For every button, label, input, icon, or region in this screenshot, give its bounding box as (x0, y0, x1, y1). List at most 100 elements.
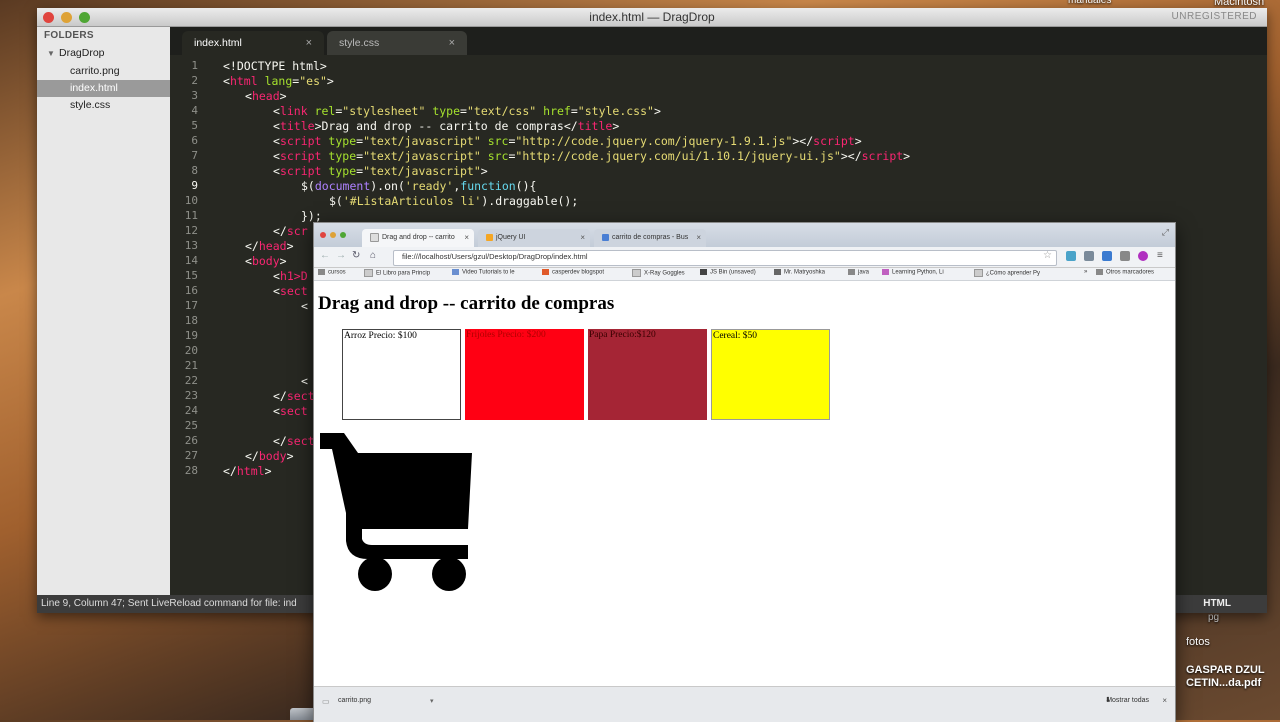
bookmarks-overflow-button[interactable]: » (1084, 269, 1087, 275)
tab-index-html[interactable]: index.html × (182, 31, 324, 55)
file-label: index.html (70, 82, 118, 94)
code-line-13: </head> (245, 239, 294, 253)
bookmark-item[interactable]: java (848, 269, 869, 276)
close-tab-icon[interactable]: × (306, 31, 312, 55)
syntax-selector[interactable]: HTML (1203, 595, 1231, 613)
extension-icon-2[interactable] (1084, 251, 1094, 261)
bookmark-item[interactable]: Mr. Matryoshka (774, 269, 825, 276)
product-item-frijoles[interactable]: Frijoles Precio: $200 (465, 329, 584, 420)
browser-tab-label: Drag and drop -- carrito (382, 234, 455, 241)
line-number: 8 (191, 164, 198, 177)
extension-icon-3[interactable] (1102, 251, 1112, 261)
page-icon (364, 269, 373, 277)
browser-minimize-button[interactable] (330, 232, 336, 238)
browser-tab-search[interactable]: carrito de compras - Bus × (594, 229, 706, 247)
line-number: 7 (191, 149, 198, 162)
code-line-1: <!DOCTYPE html> (223, 59, 327, 73)
close-tab-icon[interactable]: × (696, 229, 701, 247)
line-number: 20 (184, 344, 198, 357)
close-tab-icon[interactable]: × (464, 229, 469, 247)
code-line-11: }); (301, 209, 322, 223)
menu-icon[interactable]: ≡ (1157, 250, 1163, 261)
disclosure-triangle-icon[interactable]: ▼ (47, 45, 55, 62)
code-line-23: </sect (273, 389, 315, 403)
line-number: 3 (191, 89, 198, 102)
url-text: file:///localhost/Users/gzul/Desktop/Dra… (402, 252, 588, 261)
page-icon (632, 269, 641, 277)
file-label: style.css (70, 99, 111, 111)
extension-icon-4[interactable] (1120, 251, 1130, 261)
page-icon (974, 269, 983, 277)
download-filename[interactable]: carrito.png (338, 697, 371, 704)
desktop-pdf-label-2[interactable]: CETIN...da.pdf (1186, 677, 1261, 689)
close-tab-icon[interactable]: × (449, 31, 455, 55)
line-number: 5 (191, 119, 198, 132)
bookmark-item[interactable]: cursos (318, 269, 346, 276)
sidebar-file-carrito[interactable]: carrito.png (37, 63, 170, 80)
folder-icon (318, 269, 325, 275)
product-item-papa[interactable]: Papa Precio:$120 (588, 329, 707, 420)
code-line-12: </scr (273, 224, 308, 238)
line-number: 23 (184, 389, 198, 402)
forward-arrow-icon[interactable]: → (336, 250, 346, 261)
browser-close-button[interactable] (320, 232, 326, 238)
extension-icon-1[interactable] (1066, 251, 1076, 261)
sidebar-file-index[interactable]: index.html (37, 80, 170, 97)
show-all-downloads[interactable]: Mostrar todas (1106, 697, 1149, 704)
other-bookmarks[interactable]: Otros marcadores (1096, 269, 1154, 276)
page-icon (774, 269, 781, 275)
reload-icon[interactable]: ↻ (352, 250, 360, 261)
product-item-arroz[interactable]: Arroz Precio: $100 (342, 329, 461, 420)
line-number: 4 (191, 104, 198, 117)
tab-style-css[interactable]: style.css × (327, 31, 467, 55)
line-number: 19 (184, 329, 198, 342)
page-icon (882, 269, 889, 275)
bookmark-item[interactable]: casperdev blogspot (542, 269, 604, 276)
bookmark-star-icon[interactable]: ☆ (1043, 250, 1052, 261)
code-line-2: <html lang="es"> (223, 74, 334, 88)
home-icon[interactable]: ⌂ (370, 250, 376, 261)
jquery-favicon-icon (486, 233, 493, 241)
tab-label: style.css (339, 37, 380, 49)
browser-zoom-button[interactable] (340, 232, 346, 238)
line-number: 14 (184, 254, 198, 267)
bookmark-item[interactable]: El Libro para Princip (364, 269, 430, 277)
code-line-28: </html> (223, 464, 272, 478)
browser-tab-jquery-ui[interactable]: jQuery UI × (478, 229, 590, 247)
line-number: 16 (184, 284, 198, 297)
file-icon: ▭ (322, 697, 330, 706)
bookmark-item[interactable]: X-Ray Goggles (632, 269, 685, 277)
code-line-7: <script type="text/javascript" src="http… (273, 149, 911, 163)
line-number: 24 (184, 404, 198, 417)
desktop-pdf-label-1[interactable]: GASPAR DZUL (1186, 664, 1265, 676)
sidebar-folder-dragdrop[interactable]: ▼ DragDrop (37, 45, 170, 62)
desktop-fotos-label[interactable]: fotos (1186, 636, 1210, 648)
shopping-cart-icon[interactable] (318, 431, 478, 593)
line-number: 26 (184, 434, 198, 447)
product-item-cereal[interactable]: Cereal: $50 (711, 329, 830, 420)
desktop-pg-label[interactable]: pg (1208, 612, 1219, 623)
desktop-manuales-label[interactable]: manuales (1068, 0, 1111, 6)
bookmark-item[interactable]: ¿Cómo aprender Py (974, 269, 1040, 277)
code-line-26: </sect (273, 434, 315, 448)
bookmark-item[interactable]: Learning Python, Li (882, 269, 944, 276)
browser-tab-label: carrito de compras - Bus (612, 234, 689, 241)
line-number: 15 (184, 269, 198, 282)
code-line-14: <body> (245, 254, 287, 268)
back-arrow-icon[interactable]: ← (320, 250, 330, 261)
bookmark-item[interactable]: Video Tutorials to le (452, 269, 515, 276)
close-shelf-icon[interactable]: × (1162, 696, 1167, 705)
extension-icon-5[interactable] (1138, 251, 1148, 261)
line-number: 11 (184, 209, 198, 222)
browser-toolbar: ← → ↻ ⌂ file:///localhost/Users/gzul/Des… (314, 247, 1175, 268)
close-tab-icon[interactable]: × (580, 229, 585, 247)
download-menu-chevron-icon[interactable]: ▾ (430, 697, 434, 705)
bookmark-item[interactable]: JS Bin (unsaved) (700, 269, 756, 276)
browser-tab-drag-and-drop[interactable]: Drag and drop -- carrito × (362, 229, 474, 247)
address-bar[interactable]: file:///localhost/Users/gzul/Desktop/Dra… (393, 250, 1057, 266)
code-line-24: <sect (273, 404, 308, 418)
editor-titlebar[interactable]: index.html — DragDrop UNREGISTERED (37, 8, 1267, 27)
sidebar-file-style[interactable]: style.css (37, 97, 170, 114)
fullscreen-icon[interactable]: ⤢ (1162, 227, 1169, 238)
line-number: 10 (184, 194, 198, 207)
